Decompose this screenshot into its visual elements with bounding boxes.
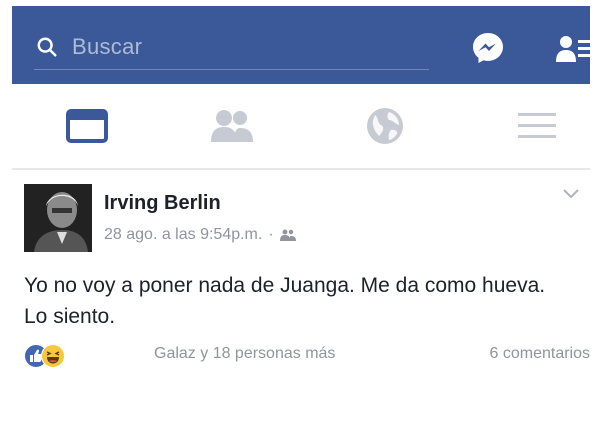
friends-icon [211, 110, 253, 142]
tab-notifications[interactable] [330, 84, 440, 168]
reactions-bar: Galaz y 18 personas más 6 comentarios [24, 342, 590, 370]
comments-count[interactable]: 6 comentarios [490, 345, 591, 363]
news-feed-icon [66, 109, 108, 143]
post-meta: 28 ago. a las 9:54p.m. · [104, 226, 296, 244]
tab-bar [12, 84, 590, 170]
friends-audience-icon [279, 229, 296, 241]
tab-menu[interactable] [482, 84, 592, 168]
avatar-photo [24, 184, 92, 252]
tab-friends[interactable] [177, 84, 287, 168]
messenger-icon[interactable] [470, 30, 506, 66]
search-placeholder: Buscar [72, 34, 143, 59]
search-underline [34, 69, 429, 70]
globe-icon [367, 108, 403, 144]
reaction-names[interactable]: Galaz y 18 personas más [154, 345, 335, 363]
post-timestamp[interactable]: 28 ago. a las 9:54p.m. [104, 226, 262, 244]
avatar[interactable] [24, 184, 92, 252]
meta-separator: · [268, 226, 274, 243]
search-bar[interactable]: Buscar [34, 24, 429, 70]
haha-reaction-icon[interactable] [41, 344, 65, 368]
search-icon [37, 37, 57, 57]
post-card: Irving Berlin 28 ago. a las 9:54p.m. · Y… [12, 170, 590, 382]
tab-news-feed[interactable] [32, 84, 142, 168]
top-bar: Buscar [12, 6, 592, 84]
post-text: Yo no voy a poner nada de Juanga. Me da … [24, 274, 546, 328]
friend-requests-icon[interactable] [556, 34, 592, 64]
hamburger-menu-icon [518, 113, 556, 138]
chevron-down-icon[interactable] [562, 188, 580, 200]
post-author[interactable]: Irving Berlin [104, 192, 221, 215]
